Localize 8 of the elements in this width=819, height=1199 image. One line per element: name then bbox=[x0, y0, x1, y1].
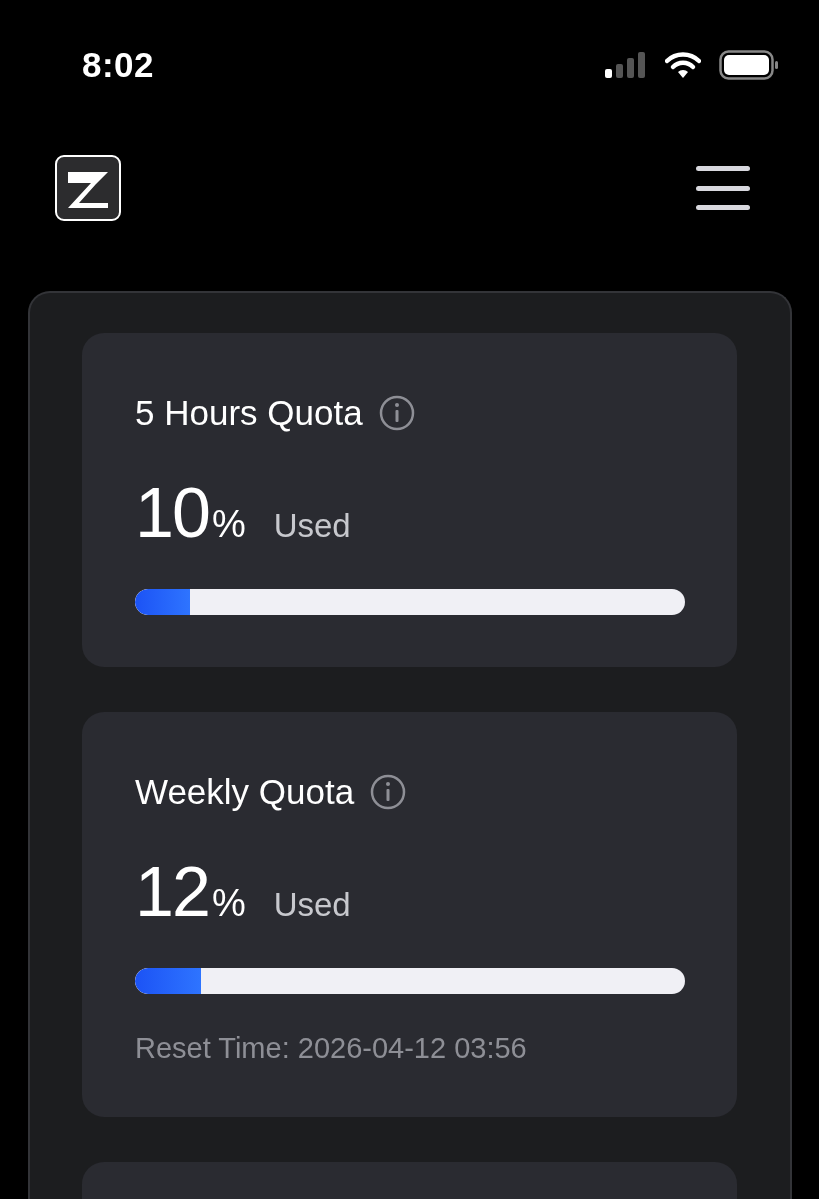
reset-time: Reset Time: 2026-04-12 03:56 bbox=[135, 1032, 528, 1065]
usage-percent: 10% bbox=[135, 473, 246, 554]
usage-caption: Used bbox=[273, 507, 351, 545]
usage-caption: Used bbox=[273, 886, 351, 924]
usage-percent: 12% bbox=[135, 852, 246, 933]
quota-title: Weekly Quota bbox=[135, 771, 355, 813]
status-time: 8:02 bbox=[82, 45, 155, 85]
quota-title: 5 Hours Quota bbox=[135, 392, 363, 434]
